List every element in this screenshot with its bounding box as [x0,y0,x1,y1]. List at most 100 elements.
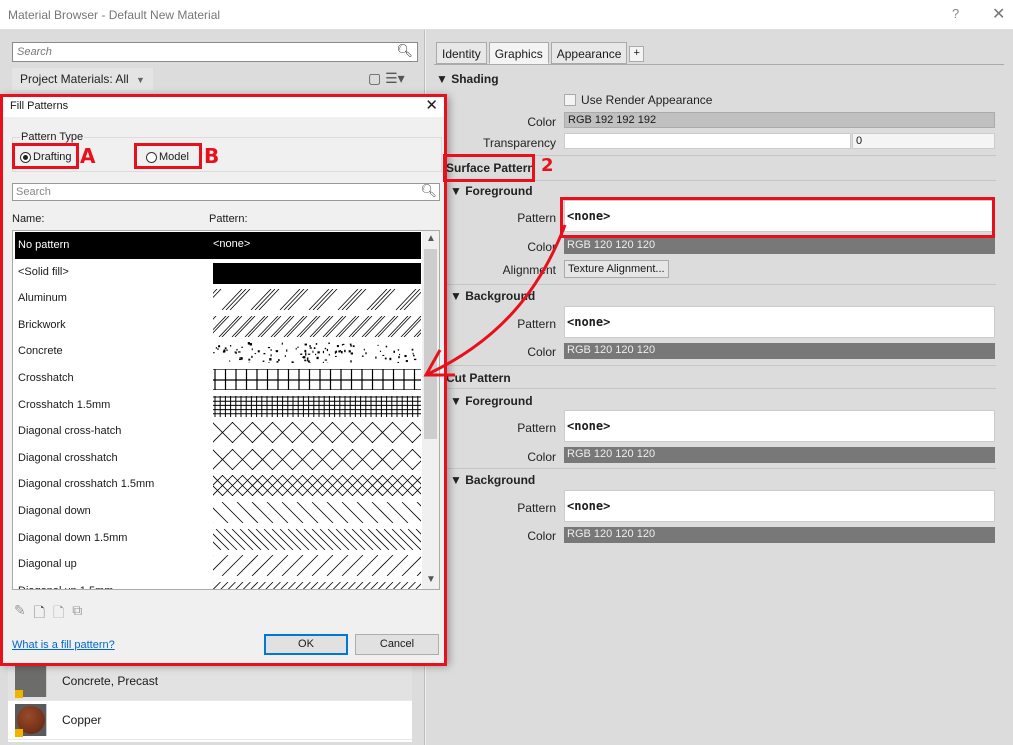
divider [444,388,996,389]
tab-divider [434,64,1004,65]
pattern-preview-diag-up-fine [213,581,421,589]
scroll-down-icon[interactable]: ▼ [426,574,436,585]
scroll-up-icon[interactable]: ▲ [426,233,436,244]
tab-identity[interactable]: Identity [436,42,487,64]
pattern-list: Diagonal up 1.5mm Diagonal up Diagonal dow… [12,230,440,590]
pattern-row[interactable]: Diagonal cross-hatch [15,418,421,445]
annotation-label-2: 2 [541,155,554,176]
alignment-label: Alignment [502,263,556,277]
cut-fg-color-field[interactable]: RGB 120 120 120 [564,447,995,463]
new-pattern-icon[interactable]: 🗋︎ [34,602,45,626]
delete-pattern-icon[interactable]: 🗋︎ [53,602,64,626]
material-row[interactable]: Copper [8,701,412,740]
surface-background-label: Background [465,289,536,303]
surface-foreground-header[interactable]: ▼ Foreground [450,184,533,198]
pattern-row[interactable]: Diagonal crosshatch [15,445,421,472]
pattern-row[interactable]: Diagonal down 1.5mm [15,525,421,552]
transparency-value-input[interactable]: 0 [852,133,995,149]
pattern-row[interactable]: Crosshatch 1.5mm [15,392,421,419]
pattern-preview-diag-up [213,555,421,577]
cut-fg-pattern-label: Pattern [517,421,556,435]
pattern-list-scrollbar[interactable]: ▲ ▼ [422,231,439,589]
pattern-row[interactable]: Diagonal up [15,551,421,578]
pattern-row[interactable]: No pattern <none> [15,232,421,259]
cut-foreground-label: Foreground [465,394,533,408]
surface-fg-color-label: Color [527,240,556,254]
tab-graphics[interactable]: Graphics [488,42,549,64]
add-asset-button[interactable]: + [629,46,644,62]
surface-fg-color-field[interactable]: RGB 120 120 120 [564,238,995,254]
breadcrumb-label: Project Materials: All [20,72,129,86]
pattern-preview-diag-down [213,502,421,523]
list-view-icon[interactable]: ☰▾ [385,70,405,86]
use-render-appearance-label: Use Render Appearance [581,93,713,107]
view-toggle[interactable]: ▢ ☰▾ [368,70,405,87]
dialog-close-button[interactable]: ✕ [425,96,438,114]
surface-bg-color-field[interactable]: RGB 120 120 120 [564,343,995,359]
surface-bg-pattern-field[interactable]: <none> [564,306,995,338]
use-render-appearance-checkbox[interactable] [564,94,576,106]
fill-patterns-dialog: Fill Patterns ✕ Pattern Type Drafting Mo… [2,94,447,664]
pattern-name: Diagonal crosshatch [18,451,118,464]
cut-background-header[interactable]: ▼ Background [450,473,535,487]
ok-button[interactable]: OK [264,634,348,655]
cut-fg-pattern-field[interactable]: <none> [564,410,995,442]
pattern-row[interactable]: Diagonal up 1.5mm [15,578,421,589]
pattern-search-input[interactable]: Search 🔍︎ [12,183,440,201]
pattern-row[interactable]: Diagonal crosshatch 1.5mm [15,471,421,498]
cancel-button[interactable]: Cancel [355,634,439,655]
surface-bg-pattern-label: Pattern [517,317,556,331]
panel-layout-icon[interactable]: ▢ [368,70,381,86]
pattern-preview-brick [213,315,421,337]
pattern-row[interactable]: Diagonal down [15,498,421,525]
pattern-row[interactable]: Brickwork [15,312,421,339]
fill-pattern-help-link[interactable]: What is a fill pattern? [12,639,115,651]
cut-bg-pattern-label: Pattern [517,501,556,515]
transparency-slider[interactable] [564,133,851,149]
pattern-preview-concrete [213,342,417,364]
collapse-triangle-icon: ▼ [450,473,466,487]
search-icon[interactable]: 🔍︎ [420,183,437,199]
divider [444,284,996,285]
divider [444,468,996,469]
window-close-button[interactable]: ✕ [992,4,1005,24]
surface-background-header[interactable]: ▼ Background [450,289,535,303]
shading-color-field[interactable]: RGB 192 192 192 [564,112,995,128]
pattern-row[interactable]: Concrete [15,338,421,365]
search-icon[interactable]: 🔍︎ [396,43,413,59]
tab-appearance[interactable]: Appearance [550,42,628,64]
edit-pattern-icon[interactable]: ✎ [14,602,26,626]
pattern-preview-none: <none> [213,238,251,250]
window-title: Material Browser - Default New Material [8,8,221,22]
pattern-preview-diag-cross [213,422,421,444]
material-name: Concrete, Precast [62,674,159,688]
shading-header[interactable]: ▼ Shading [436,72,499,86]
scroll-thumb[interactable] [424,249,437,439]
pattern-row[interactable]: Crosshatch [15,365,421,392]
pattern-row[interactable]: <Solid fill> [15,259,421,286]
cut-pattern-header[interactable]: Cut Pattern [446,371,511,385]
pattern-name: Concrete [18,345,63,358]
duplicate-pattern-icon[interactable]: ⧉ [72,602,82,626]
pattern-row[interactable]: Aluminum [15,285,421,312]
annotation-label-b: B [204,144,220,168]
pattern-name: No pattern [18,239,70,251]
chevron-down-icon[interactable]: ▼ [136,75,145,85]
window-titlebar: Material Browser - Default New Material … [0,0,1013,30]
cut-foreground-header[interactable]: ▼ Foreground [450,394,533,408]
material-name: Copper [62,713,102,727]
library-breadcrumb[interactable]: Project Materials: All ▼ [12,68,153,90]
pattern-toolbar: ✎ 🗋︎ 🗋︎ ⧉ [14,602,82,626]
cut-bg-pattern-field[interactable]: <none> [564,490,995,522]
texture-alignment-button[interactable]: Texture Alignment... [564,260,669,278]
surface-fg-pattern-label: Pattern [517,211,556,225]
pattern-name: Diagonal crosshatch 1.5mm [18,478,155,491]
material-search-input[interactable]: Search 🔍︎ [12,42,418,62]
material-row[interactable]: Concrete, Precast [8,662,412,701]
annotation-label-a: A [80,144,96,168]
material-properties-panel: Identity Graphics Appearance + ▼ Shading… [426,30,1013,745]
divider [444,365,996,366]
cut-bg-color-field[interactable]: RGB 120 120 120 [564,527,995,543]
pattern-preview-diag-cross-fine [213,475,421,497]
help-button[interactable]: ? [952,6,959,21]
